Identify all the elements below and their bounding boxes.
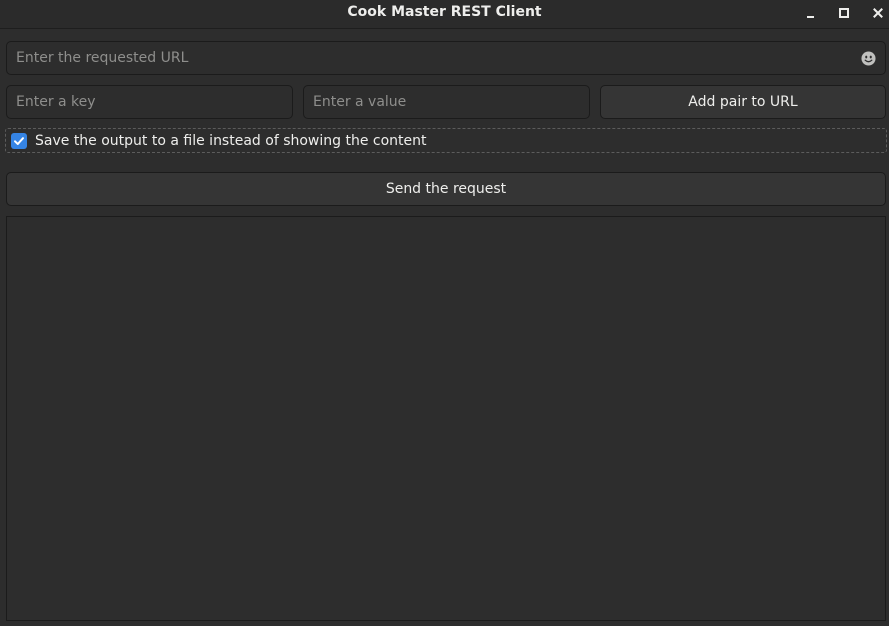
checkmark-icon: [14, 136, 24, 145]
save-to-file-checkbox[interactable]: [11, 132, 27, 149]
close-icon: [873, 8, 883, 18]
save-to-file-checkbox-row[interactable]: Save the output to a file instead of sho…: [5, 128, 887, 153]
output-text-area[interactable]: [6, 216, 886, 621]
key-input[interactable]: [6, 85, 293, 119]
minimize-icon: [806, 16, 814, 18]
window-title: Cook Master REST Client: [347, 4, 542, 20]
close-button[interactable]: [867, 3, 889, 23]
maximize-icon: [839, 8, 849, 18]
url-input[interactable]: [6, 41, 886, 75]
send-request-button[interactable]: Send the request: [6, 172, 886, 206]
minimize-button[interactable]: [799, 3, 821, 23]
app-window: Cook Master REST Client Add pair to URL …: [0, 0, 889, 626]
add-pair-button[interactable]: Add pair to URL: [600, 85, 886, 119]
title-bar[interactable]: Cook Master REST Client: [0, 0, 889, 29]
save-to-file-label: Save the output to a file instead of sho…: [35, 132, 427, 149]
value-input[interactable]: [303, 85, 590, 119]
maximize-button[interactable]: [833, 3, 855, 23]
emoji-icon[interactable]: [861, 51, 876, 66]
